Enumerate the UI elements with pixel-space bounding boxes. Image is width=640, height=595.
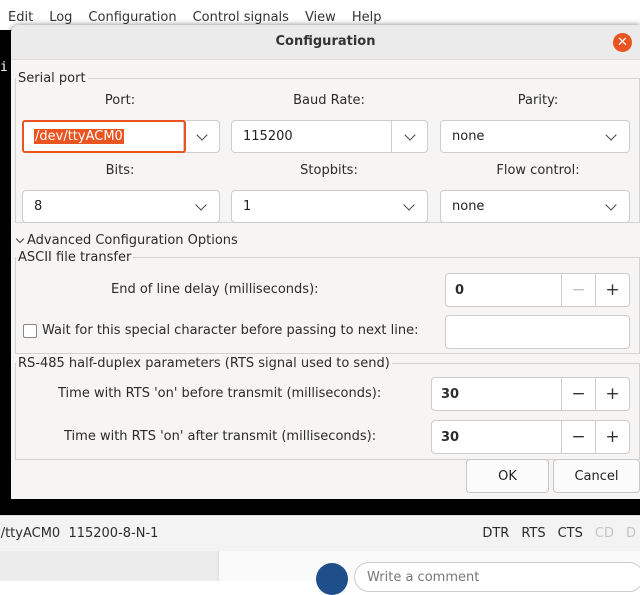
status-connection: v/ttyACM0 115200-8-N-1	[0, 526, 159, 541]
signal-dtr: DTR	[482, 526, 510, 541]
port-entry[interactable]: /dev/ttyACM0	[23, 129, 183, 144]
close-button[interactable]: ✕	[613, 33, 632, 52]
stopbits-combobox[interactable]: 1	[231, 190, 428, 223]
wait-char-label: Wait for this special character before p…	[42, 323, 419, 338]
chevron-down-icon	[15, 234, 25, 244]
bits-value: 8	[34, 199, 43, 214]
dialog-titlebar[interactable]: Configuration ✕	[11, 25, 640, 60]
rts-after-spinbutton[interactable]: 30 − +	[431, 420, 630, 454]
flow-control-combobox[interactable]: none	[440, 190, 630, 223]
eol-delay-label: End of line delay (milliseconds):	[111, 282, 319, 297]
baud-rate-value[interactable]: 115200	[232, 129, 391, 144]
eol-delay-decrement[interactable]: −	[561, 274, 595, 306]
serial-port-legend: Serial port	[18, 71, 86, 86]
parity-combobox[interactable]: none	[440, 120, 630, 153]
flow-control-dropdown-button[interactable]	[593, 191, 629, 222]
rts-before-spinbutton[interactable]: 30 − +	[431, 377, 630, 411]
status-bar: v/ttyACM0 115200-8-N-1 DTR RTS CTS CD D	[0, 515, 640, 551]
port-label: Port:	[104, 93, 136, 108]
comment-input[interactable]: Write a comment	[354, 562, 640, 592]
minus-icon: −	[571, 384, 586, 404]
rs485-legend: RS-485 half-duplex parameters (RTS signa…	[18, 356, 390, 371]
close-icon: ✕	[617, 35, 628, 50]
configuration-dialog: Configuration ✕ Serial port Port: Baud R…	[11, 25, 640, 499]
chevron-down-icon	[605, 128, 617, 141]
plus-icon: +	[605, 384, 620, 404]
rts-after-increment[interactable]: +	[595, 421, 629, 453]
parity-value: none	[452, 129, 485, 144]
stopbits-value: 1	[243, 199, 252, 214]
flow-control-value: none	[452, 199, 485, 214]
chevron-down-icon	[195, 128, 208, 141]
wait-char-checkbox[interactable]	[23, 323, 37, 338]
plus-icon: +	[605, 280, 620, 300]
bits-dropdown-button[interactable]	[183, 191, 219, 222]
eol-delay-value[interactable]: 0	[446, 283, 561, 298]
minus-icon: −	[571, 280, 586, 300]
advanced-options-label: Advanced Configuration Options	[27, 233, 238, 248]
plus-icon: +	[605, 427, 620, 447]
advanced-options-expander[interactable]: Advanced Configuration Options	[15, 233, 238, 248]
chevron-down-icon	[605, 198, 617, 211]
eol-delay-spinbutton[interactable]: 0 − +	[445, 273, 630, 307]
parity-label: Parity:	[517, 93, 559, 108]
terminal-text: i	[0, 60, 8, 75]
wait-char-entry[interactable]	[445, 315, 630, 349]
baud-rate-label: Baud Rate:	[293, 93, 365, 108]
rts-after-decrement[interactable]: −	[561, 421, 595, 453]
avatar	[316, 563, 348, 595]
rts-before-label: Time with RTS 'on' before transmit (mill…	[58, 386, 382, 401]
eol-delay-increment[interactable]: +	[595, 274, 629, 306]
bits-label: Bits:	[105, 163, 135, 178]
signal-d: D	[625, 526, 636, 541]
signal-cts: CTS	[557, 526, 583, 541]
port-dropdown-button[interactable]	[183, 121, 219, 152]
rts-before-increment[interactable]: +	[595, 378, 629, 410]
signal-cd: CD	[594, 526, 614, 541]
baud-rate-combobox[interactable]: 115200	[231, 120, 428, 153]
port-combobox[interactable]: /dev/ttyACM0	[22, 120, 220, 153]
rts-before-value[interactable]: 30	[432, 387, 561, 402]
dialog-title: Configuration	[275, 34, 376, 49]
rts-after-value[interactable]: 30	[432, 430, 561, 445]
minus-icon: −	[571, 427, 586, 447]
rts-after-label: Time with RTS 'on' after transmit (milli…	[64, 429, 377, 444]
wait-char-row: Wait for this special character before p…	[23, 323, 419, 338]
cancel-button[interactable]: Cancel	[553, 459, 640, 493]
stopbits-label: Stopbits:	[300, 163, 358, 178]
ok-button[interactable]: OK	[466, 459, 549, 493]
parity-dropdown-button[interactable]	[593, 121, 629, 152]
bits-combobox[interactable]: 8	[22, 190, 220, 223]
status-signals: DTR RTS CTS CD D	[482, 526, 640, 541]
ascii-transfer-legend: ASCII file transfer	[18, 250, 132, 265]
port-value: /dev/ttyACM0	[34, 129, 124, 144]
rts-before-decrement[interactable]: −	[561, 378, 595, 410]
chevron-down-icon	[195, 198, 207, 211]
chevron-down-icon	[403, 128, 416, 141]
signal-rts: RTS	[521, 526, 546, 541]
stopbits-dropdown-button[interactable]	[391, 191, 427, 222]
baud-rate-dropdown-button[interactable]	[391, 121, 427, 152]
chevron-down-icon	[403, 198, 415, 211]
flow-control-label: Flow control:	[496, 163, 580, 178]
